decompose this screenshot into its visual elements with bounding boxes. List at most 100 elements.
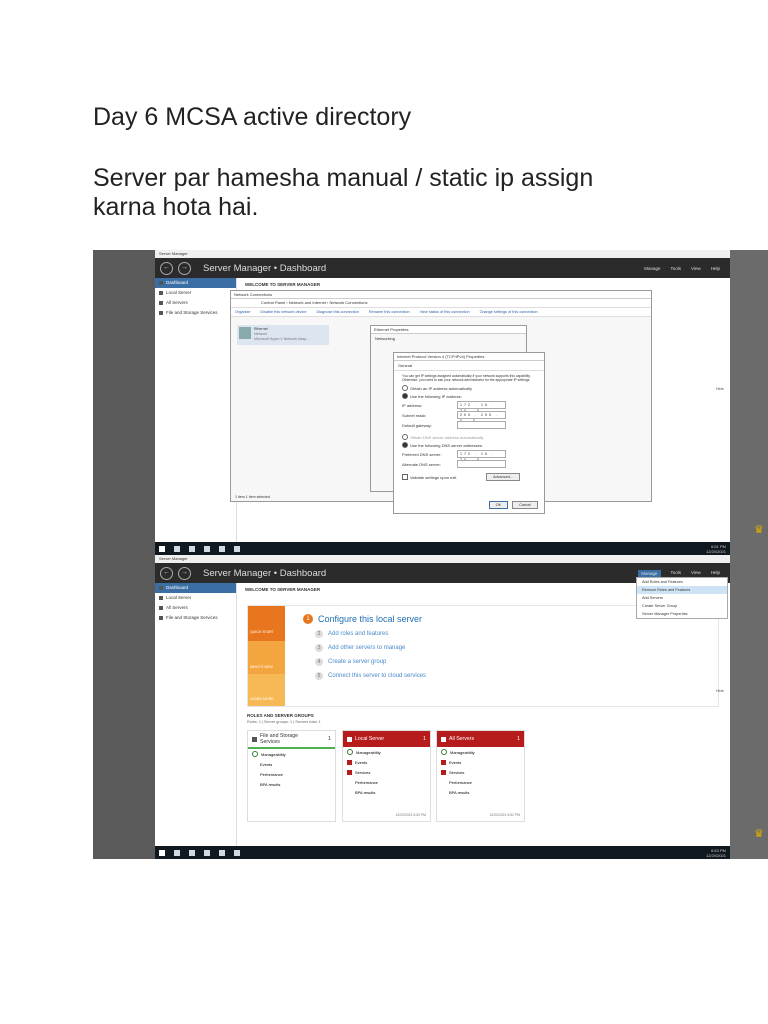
network-connections-title: Network Connections: [231, 291, 651, 299]
rename-button[interactable]: Rename this connection: [369, 310, 410, 314]
tab-general[interactable]: General: [394, 361, 544, 371]
tile-row[interactable]: Events: [343, 757, 430, 767]
background-panel: [730, 555, 768, 859]
tile-row[interactable]: Services: [343, 767, 430, 777]
radio-use-static-dns[interactable]: Use the following DNS server addresses:: [402, 442, 536, 448]
checkbox-icon[interactable]: [402, 474, 408, 480]
gateway-field[interactable]: [457, 421, 506, 429]
menu-help[interactable]: Help: [711, 266, 720, 271]
server-icon: [159, 291, 163, 295]
menu-view[interactable]: View: [691, 570, 701, 577]
forward-icon[interactable]: →: [178, 261, 191, 275]
task-view-icon[interactable]: [189, 545, 195, 552]
storage-icon: [252, 736, 257, 742]
tile-row[interactable]: BPA results: [437, 787, 524, 797]
tile-row[interactable]: Performance: [437, 777, 524, 787]
subnet-mask-field[interactable]: 255 . 255 . 0 . 0: [457, 411, 506, 423]
tile-row[interactable]: Manageability: [343, 747, 430, 757]
alternate-dns-field[interactable]: [457, 460, 506, 468]
back-icon[interactable]: ←: [160, 261, 173, 275]
ethernet-adapter[interactable]: Ethernet Network Microsoft Hyper-V Netwo…: [237, 325, 329, 345]
step-connect-cloud[interactable]: 5 Connect this server to cloud services: [315, 672, 426, 680]
tile-row[interactable]: Events: [248, 759, 335, 769]
hide-link[interactable]: Hide: [716, 688, 724, 693]
menu-item-add-roles[interactable]: Add Roles and Features: [637, 578, 727, 586]
server-manager-icon[interactable]: [234, 849, 240, 856]
sidebar-item-dashboard[interactable]: Dashboard: [155, 583, 236, 593]
page-title: Server Manager • Dashboard: [203, 262, 327, 274]
menu-tools[interactable]: Tools: [671, 570, 682, 577]
menu-item-create-group[interactable]: Create Server Group: [637, 602, 727, 610]
search-icon[interactable]: [174, 849, 180, 856]
tile-row[interactable]: Services: [437, 767, 524, 777]
sidebar-item-file-storage[interactable]: File and Storage Services: [155, 613, 236, 623]
sidebar-item-all-servers[interactable]: All Servers: [155, 603, 236, 613]
back-icon[interactable]: ←: [160, 566, 173, 580]
organize-button[interactable]: Organize: [235, 310, 250, 314]
disable-device-button[interactable]: Disable this network device: [260, 310, 306, 314]
file-explorer-icon[interactable]: [219, 849, 225, 856]
step-configure-local-server[interactable]: 1 Configure this local server: [303, 614, 426, 624]
diagnose-button[interactable]: Diagnose this connection: [316, 310, 358, 314]
ip-address-field[interactable]: 172 . 16 . 20 . 5: [457, 401, 506, 413]
step-add-roles[interactable]: 2 Add roles and features: [315, 630, 426, 638]
tile-row[interactable]: Manageability: [437, 747, 524, 757]
learn-more-band[interactable]: LEARN MORE: [248, 674, 285, 706]
tile-row[interactable]: BPA results: [343, 787, 430, 797]
tile-file-storage[interactable]: File and Storage Services 1 Manageability…: [247, 730, 336, 822]
start-icon[interactable]: [159, 545, 165, 552]
ok-button[interactable]: OK: [488, 501, 509, 509]
step-add-servers[interactable]: 3 Add other servers to manage: [315, 644, 426, 652]
radio-off-icon: [402, 434, 408, 440]
radio-use-static-ip[interactable]: Use the following IP address:: [402, 393, 536, 399]
cancel-button[interactable]: Cancel: [512, 501, 538, 509]
tile-row[interactable]: Manageability: [248, 749, 335, 759]
menu-manage[interactable]: Manage: [644, 266, 660, 271]
menu-tools[interactable]: Tools: [671, 266, 682, 271]
edge-icon[interactable]: [204, 545, 210, 552]
radio-obtain-dns-auto[interactable]: Obtain DNS server address automatically: [402, 434, 536, 440]
radio-obtain-ip-auto[interactable]: Obtain an IP address automatically: [402, 385, 536, 391]
server-manager-window: Server Manager ← → Server Manager • Dash…: [155, 250, 730, 555]
menu-item-properties[interactable]: Server Manager Properties: [637, 610, 727, 618]
menu-item-add-servers[interactable]: Add Servers: [637, 594, 727, 602]
menu-manage[interactable]: Manage: [638, 569, 661, 577]
change-settings-button[interactable]: Change settings of this connection: [480, 310, 538, 314]
hide-link[interactable]: Hide: [716, 386, 724, 391]
sidebar-item-local-server[interactable]: Local Server: [155, 288, 236, 298]
task-view-icon[interactable]: [189, 849, 195, 856]
roles-summary[interactable]: Roles: 1 | Server groups: 1 | Servers to…: [247, 720, 321, 724]
preferred-dns-field[interactable]: 172 . 16 . 20 . 5: [457, 450, 506, 462]
tile-row[interactable]: Performance: [248, 769, 335, 779]
tile-local-server[interactable]: Local Server 1 Manageability Events Servi…: [342, 730, 431, 822]
tile-row[interactable]: BPA results: [248, 779, 335, 789]
menu-item-remove-roles[interactable]: Remove Roles and Features: [637, 586, 727, 594]
step-create-group[interactable]: 4 Create a server group: [315, 658, 426, 666]
server-manager-icon[interactable]: [234, 545, 240, 552]
sidebar-item-file-storage[interactable]: File and Storage Services: [155, 308, 236, 318]
start-icon[interactable]: [159, 849, 165, 856]
whats-new-band[interactable]: WHAT'S NEW: [248, 641, 285, 674]
sidebar-item-local-server[interactable]: Local Server: [155, 593, 236, 603]
search-icon[interactable]: [174, 545, 180, 552]
tile-row[interactable]: Events: [437, 757, 524, 767]
network-toolbar: Organize Disable this network device Dia…: [231, 308, 651, 317]
view-status-button[interactable]: View status of this connection: [420, 310, 470, 314]
subnet-mask-label: Subnet mask:: [402, 412, 427, 418]
edge-icon[interactable]: [204, 849, 210, 856]
validate-settings-label: Validate settings upon exit: [410, 474, 457, 480]
step-number: 2: [315, 630, 323, 638]
forward-icon[interactable]: →: [178, 566, 191, 580]
tab-networking[interactable]: Networking: [371, 334, 526, 343]
menu-help[interactable]: Help: [711, 570, 720, 577]
sidebar-item-dashboard[interactable]: Dashboard: [155, 278, 236, 288]
tile-all-servers[interactable]: All Servers 1 Manageability Events Servic…: [436, 730, 525, 822]
tile-row[interactable]: Performance: [343, 777, 430, 787]
quick-start-band[interactable]: QUICK START: [248, 606, 285, 641]
menu-view[interactable]: View: [691, 266, 701, 271]
file-explorer-icon[interactable]: [219, 545, 225, 552]
dashboard-content: WELCOME TO SERVER MANAGER QUICK START WH…: [237, 583, 730, 847]
sidebar-item-all-servers[interactable]: All Servers: [155, 298, 236, 308]
advanced-button[interactable]: Advanced...: [486, 473, 521, 481]
address-bar[interactable]: Control Panel › Network and Internet › N…: [231, 299, 651, 308]
